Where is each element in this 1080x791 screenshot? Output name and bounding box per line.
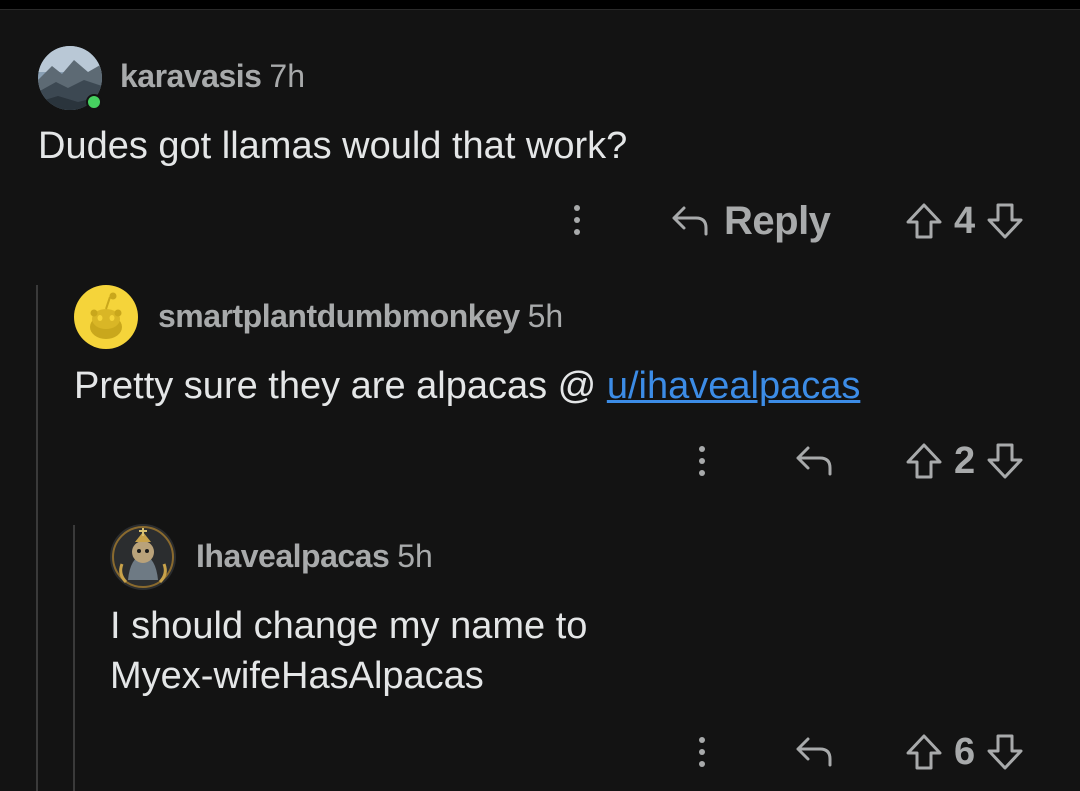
more-options-icon[interactable] (697, 734, 707, 774)
reply-arrow-icon (672, 206, 708, 236)
score: 2 (954, 439, 976, 482)
score: 4 (954, 199, 976, 242)
upvote-arrow-icon[interactable] (904, 201, 944, 241)
reply-button[interactable] (794, 727, 834, 777)
comment-meta: smartplantdumbmonkey 5h (158, 298, 563, 335)
reply-arrow-icon (796, 737, 832, 767)
comment-body-line-1: I should change my name to (110, 605, 588, 647)
vote-control: 6 (904, 727, 1025, 777)
username[interactable]: Ihavealpacas (196, 538, 390, 574)
username[interactable]: karavasis (120, 58, 262, 94)
downvote-arrow-icon[interactable] (985, 732, 1025, 772)
reply-button[interactable]: Reply (670, 196, 831, 246)
online-indicator-icon (86, 94, 102, 110)
comment-meta: Ihavealpacas 5h (196, 538, 433, 575)
user-avatar[interactable] (110, 524, 176, 590)
downvote-arrow-icon[interactable] (985, 441, 1025, 481)
comment-smartplantdumbmonkey: smartplantdumbmonkey 5h Pretty sure they … (0, 260, 1080, 510)
reply-label: Reply (724, 198, 831, 243)
upvote-arrow-icon[interactable] (904, 441, 944, 481)
vote-control: 2 (904, 436, 1025, 486)
comment-body: Dudes got llamas would that work? (38, 125, 628, 167)
user-mention-link[interactable]: u/ihavealpacas (607, 365, 861, 407)
user-avatar[interactable] (74, 285, 138, 349)
comment-karavasis: karavasis 7h Dudes got llamas would that … (0, 0, 1080, 260)
more-options-icon[interactable] (697, 443, 707, 483)
timestamp: 7h (269, 58, 306, 94)
score: 6 (954, 730, 976, 773)
downvote-arrow-icon[interactable] (985, 201, 1025, 241)
comment-meta: karavasis 7h (120, 58, 305, 95)
user-avatar[interactable] (38, 46, 102, 110)
reply-button[interactable] (794, 436, 834, 486)
comment-body: Pretty sure they are alpacas @ u/ihaveal… (74, 362, 860, 410)
vote-control: 4 (904, 196, 1025, 246)
upvote-arrow-icon[interactable] (904, 732, 944, 772)
body-text: Pretty sure they are alpacas @ (74, 365, 607, 407)
comment-ihavealpacas: Ihavealpacas 5h I should change my name t… (0, 510, 1080, 791)
timestamp: 5h (397, 538, 433, 574)
timestamp: 5h (527, 298, 564, 334)
reply-arrow-icon (796, 446, 832, 476)
comment-body-line-2: Myex-wifeHasAlpacas (110, 655, 484, 697)
more-options-icon[interactable] (572, 202, 582, 242)
username[interactable]: smartplantdumbmonkey (158, 298, 520, 334)
